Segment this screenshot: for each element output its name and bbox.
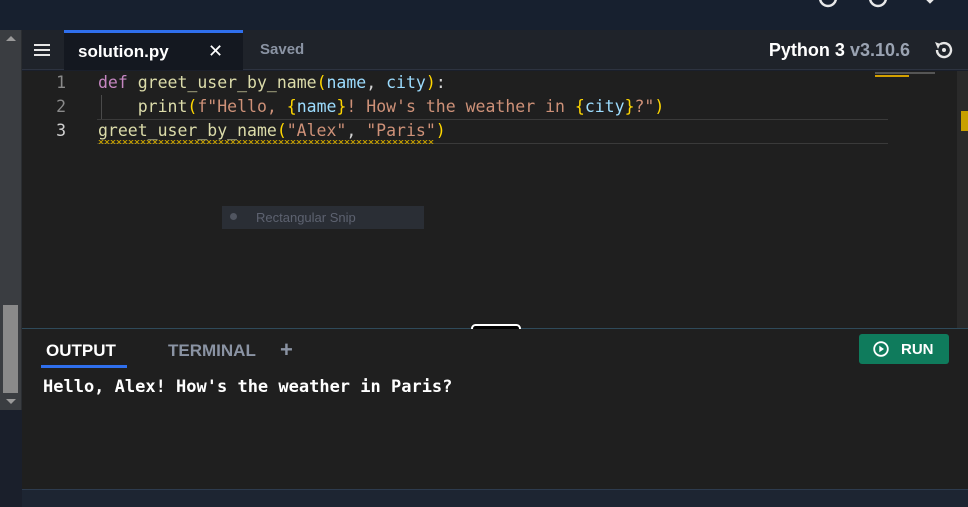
file-tab-name: solution.py: [78, 42, 169, 61]
language-version: v3.10.6: [849, 40, 910, 60]
code-token: ): [654, 97, 665, 116]
line-number: 2: [56, 97, 66, 116]
window-top-bar: [0, 0, 968, 30]
close-tab-icon[interactable]: ✕: [208, 41, 223, 62]
code-token: }: [336, 97, 347, 116]
code-token: ! How's the weather in: [346, 97, 575, 116]
code-text: print(f"Hello, {name}! How's the weather…: [98, 95, 665, 119]
code-token: city: [386, 73, 426, 92]
code-token: def: [98, 73, 128, 92]
run-label: RUN: [901, 341, 934, 358]
program-output: Hello, Alex! How's the weather in Paris?: [43, 377, 453, 397]
snip-dot-icon: [230, 213, 237, 220]
tab-terminal[interactable]: TERMINAL: [168, 341, 256, 361]
scrollbar-thumb[interactable]: [3, 305, 18, 393]
output-panel: OUTPUT TERMINAL + RUN Hello, Alex! How's…: [22, 329, 968, 489]
tab-output[interactable]: OUTPUT: [46, 341, 116, 361]
left-scrollbar[interactable]: [0, 30, 22, 410]
code-token: "Paris": [366, 121, 436, 140]
line-number: 3: [56, 121, 66, 140]
snip-label: Rectangular Snip: [256, 210, 356, 225]
close-icon[interactable]: [918, 0, 942, 10]
hamburger-menu-icon[interactable]: [34, 44, 50, 56]
editor-scrollbar[interactable]: [957, 71, 968, 328]
code-token: (: [316, 73, 327, 92]
code-token: :: [435, 73, 446, 92]
language-selector[interactable]: Python 3 v3.10.6: [769, 40, 910, 61]
add-icon[interactable]: +: [280, 337, 293, 363]
active-tab-indicator: [41, 365, 127, 368]
code-token: ,: [366, 73, 387, 92]
code-text: greet_user_by_name("Alex", "Paris"): [98, 119, 446, 143]
gear-icon[interactable]: [866, 0, 890, 10]
code-token: "Alex": [286, 121, 347, 140]
run-button[interactable]: RUN: [859, 334, 949, 364]
code-token: }: [624, 97, 635, 116]
file-tab[interactable]: solution.py ✕: [64, 30, 243, 70]
code-line[interactable]: 2 print(f"Hello, {name}! How's the weath…: [22, 95, 888, 119]
code-token: {: [574, 97, 585, 116]
save-status: Saved: [260, 41, 305, 58]
code-token: (: [276, 121, 287, 140]
code-line[interactable]: 3 greet_user_by_name("Alex", "Paris"): [22, 119, 888, 143]
code-token: {: [286, 97, 297, 116]
code-token: ): [425, 73, 436, 92]
code-token: name: [326, 73, 367, 92]
play-circle-icon: [873, 341, 889, 357]
code-token: greet_user_by_name: [98, 121, 277, 140]
code-text: def greet_user_by_name(name, city):: [98, 71, 446, 95]
code-token: ,: [346, 121, 367, 140]
code-editor[interactable]: Rectangular Snip 1 def greet_user_by_name…: [22, 71, 957, 328]
minimap[interactable]: [875, 71, 955, 79]
code-line[interactable]: 1 def greet_user_by_name(name, city):: [22, 71, 888, 95]
scroll-down-arrow-icon[interactable]: [6, 399, 16, 404]
scrollbar-warning-marker: [961, 111, 968, 131]
code-token: greet_user_by_name: [137, 73, 317, 92]
code-token: print: [137, 97, 188, 116]
code-token: ?": [634, 97, 655, 116]
status-bar: [22, 489, 968, 507]
code-token: ): [435, 121, 446, 140]
reset-icon[interactable]: [932, 38, 956, 62]
editor-tab-bar: solution.py ✕ Saved Python 3 v3.10.6: [22, 30, 968, 70]
code-token: f"Hello,: [197, 97, 287, 116]
language-name: Python 3: [768, 40, 845, 60]
line-number: 1: [56, 73, 66, 92]
code-token: name: [296, 97, 337, 116]
code-token: city: [584, 97, 625, 116]
code-token: (: [187, 97, 198, 116]
settings-icon[interactable]: [816, 0, 840, 10]
snip-overlay: Rectangular Snip: [222, 206, 424, 229]
scroll-up-arrow-icon[interactable]: [6, 36, 16, 41]
left-gutter: [0, 410, 22, 507]
